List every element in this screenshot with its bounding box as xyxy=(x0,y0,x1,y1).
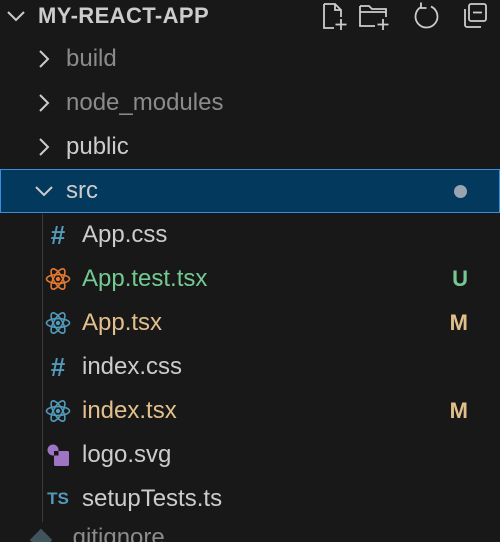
tree-item-label: public xyxy=(66,133,129,160)
tree-item-logo-svg[interactable]: logo.svg xyxy=(0,433,500,477)
chevron-right-icon xyxy=(32,91,56,115)
tree-item-label: index.tsx xyxy=(82,397,177,424)
tree-item-src[interactable]: src xyxy=(0,169,500,213)
modified-dot-badge xyxy=(454,185,467,198)
tree-item-index-tsx[interactable]: index.tsx M xyxy=(0,389,500,433)
react-icon xyxy=(45,398,71,424)
tree-item-app-css[interactable]: # App.css xyxy=(0,213,500,257)
tree-item-label: logo.svg xyxy=(82,441,172,468)
tree-item-label: App.tsx xyxy=(82,309,163,336)
tree-item-label: index.css xyxy=(82,353,183,380)
collapse-all-icon[interactable] xyxy=(456,0,490,32)
react-test-icon xyxy=(45,266,71,292)
new-file-icon[interactable] xyxy=(314,0,348,32)
chevron-right-icon xyxy=(32,135,56,159)
tree-item-label: App.css xyxy=(82,221,168,248)
svg-shapes-icon xyxy=(45,442,71,468)
tree-item-app-test-tsx[interactable]: App.test.tsx U xyxy=(0,257,500,301)
explorer-header[interactable]: MY-REACT-APP xyxy=(0,0,500,32)
new-folder-icon[interactable] xyxy=(354,0,389,32)
explorer-panel: MY-REACT-APP build node_modules public s… xyxy=(0,0,500,542)
chevron-down-icon[interactable] xyxy=(4,4,28,28)
git-status-badge: M xyxy=(449,398,468,423)
tree-item-label: src xyxy=(66,177,98,204)
tree-item-label: setupTests.ts xyxy=(82,485,223,512)
chevron-right-icon xyxy=(32,47,56,71)
ts-icon: TS xyxy=(47,489,69,508)
git-status-badge: M xyxy=(449,310,468,335)
tree-item-label: build xyxy=(66,45,117,72)
tree-item-setup-tests-ts[interactable]: TS setupTests.ts xyxy=(0,477,500,521)
tree-item-app-tsx[interactable]: App.tsx M xyxy=(0,301,500,345)
css-hash-icon: # xyxy=(50,352,66,382)
css-hash-icon: # xyxy=(50,220,66,250)
react-icon xyxy=(45,310,71,336)
tree-item-label: node_modules xyxy=(66,89,224,116)
tree-item-label: .gitignore xyxy=(66,524,165,542)
chevron-down-icon xyxy=(32,179,56,203)
tree-item-label: App.test.tsx xyxy=(82,265,208,292)
git-icon xyxy=(28,527,54,542)
tree-item-build[interactable]: build xyxy=(0,37,500,81)
tree-item-gitignore[interactable]: .gitignore xyxy=(0,521,500,542)
tree-item-node-modules[interactable]: node_modules xyxy=(0,81,500,125)
git-status-badge: U xyxy=(452,266,468,291)
tree-item-index-css[interactable]: # index.css xyxy=(0,345,500,389)
workspace-title: MY-REACT-APP xyxy=(38,3,210,28)
refresh-icon[interactable] xyxy=(408,0,442,32)
tree-item-public[interactable]: public xyxy=(0,125,500,169)
